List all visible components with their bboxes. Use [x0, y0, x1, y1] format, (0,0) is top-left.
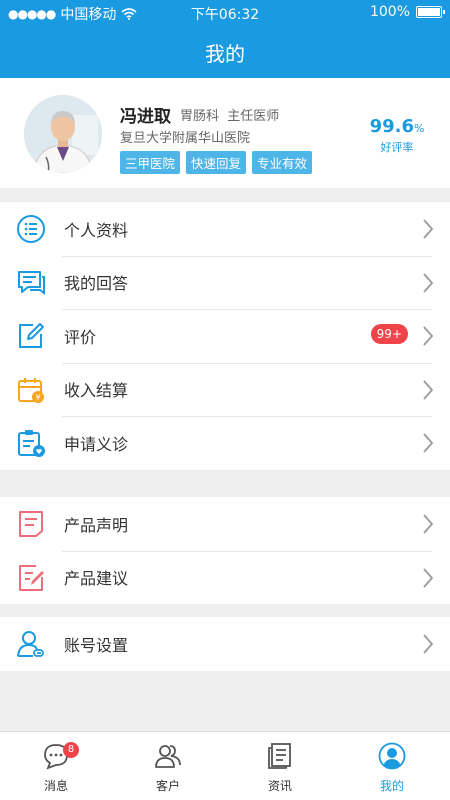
hospital-name: 复旦大学附属华山医院 [120, 131, 251, 146]
menu-item-account-settings[interactable]: 账号设置 [0, 617, 450, 671]
chevron-right-icon [423, 634, 434, 654]
reviews-count-badge: 99+ [370, 324, 408, 344]
menu-label: 产品建议 [64, 569, 129, 589]
chevron-right-icon [423, 433, 434, 453]
tab-label: 消息 [43, 779, 68, 793]
customers-icon [155, 745, 181, 768]
document-icon [19, 511, 43, 537]
messages-badge: 8 [63, 742, 79, 758]
profile-icon [378, 742, 406, 770]
tag-effective: 专业有效 [252, 151, 313, 174]
chevron-right-icon [423, 514, 434, 534]
chat-icon [18, 270, 45, 295]
edit-icon [19, 323, 44, 348]
menu-label: 账号设置 [64, 635, 129, 655]
rating-unit: % [413, 122, 425, 135]
position-label: 主任医师 [227, 109, 280, 124]
menu-item-product-suggestion[interactable]: 产品建议 [0, 550, 450, 605]
chevron-right-icon [423, 379, 434, 400]
menu-group-product: 产品声明 产品建议 [0, 497, 450, 604]
tab-me[interactable]: 我的 [336, 732, 448, 800]
tab-customers[interactable]: 客户 [112, 732, 224, 800]
page-title: 我的 [205, 42, 245, 66]
menu-label: 申请义诊 [64, 434, 129, 454]
rating-block: 99.6% 好评率 [366, 116, 428, 155]
rating-label: 好评率 [380, 141, 414, 154]
menu-item-income[interactable]: ¥ 收入结算 [0, 362, 450, 417]
avatar [24, 95, 102, 173]
chevron-right-icon [423, 567, 434, 588]
list-icon [17, 215, 45, 243]
tab-label: 客户 [155, 779, 180, 793]
tag-list: 三甲医院 快速回复 专业有效 [120, 151, 313, 174]
tab-label: 资讯 [267, 779, 292, 793]
header: ●●●●● 中国移动 下午06:32 100% 我的 [0, 0, 450, 78]
status-bar: ●●●●● 中国移动 下午06:32 100% [0, 0, 450, 26]
clipboard-heart-icon [18, 430, 45, 457]
battery-icon [416, 6, 445, 18]
news-icon [268, 743, 291, 769]
menu-item-free-clinic[interactable]: 申请义诊 [0, 416, 450, 470]
tab-bar: 8 消息 客户 资讯 我的 [0, 731, 450, 800]
calendar-yen-icon: ¥ [18, 377, 44, 403]
menu-label: 评价 [64, 327, 97, 347]
menu-label: 我的回答 [64, 274, 129, 294]
menu-item-product-statement[interactable]: 产品声明 [0, 497, 450, 551]
menu-item-profile-info[interactable]: 个人资料 [0, 202, 450, 256]
chevron-right-icon [423, 326, 434, 346]
rating-value: 99.6 [369, 116, 414, 137]
tag-fast-reply: 快速回复 [186, 151, 247, 174]
menu-group-account: 账号设置 [0, 617, 450, 671]
menu-group-main: 个人资料 我的回答 评价 99+ ¥ 收入结算 申请义诊 [0, 202, 450, 470]
doctor-department: 胃肠科 主任医师 [180, 105, 279, 124]
profile-card[interactable]: 冯进取 胃肠科 主任医师 复旦大学附属华山医院 三甲医院 快速回复 专业有效 9… [0, 78, 450, 188]
chevron-right-icon [423, 219, 434, 239]
menu-label: 产品声明 [64, 515, 129, 535]
tag-tier: 三甲医院 [120, 151, 181, 174]
menu-item-my-answers[interactable]: 我的回答 [0, 255, 450, 310]
department-label: 胃肠科 [180, 109, 220, 124]
chevron-right-icon [423, 272, 434, 293]
battery-label: 100% [369, 4, 410, 20]
user-link-icon [17, 631, 44, 657]
tab-news[interactable]: 资讯 [224, 732, 336, 800]
menu-label: 收入结算 [64, 381, 129, 401]
document-edit-icon [19, 564, 44, 591]
svg-text:¥: ¥ [35, 393, 40, 402]
tab-messages[interactable]: 8 消息 [0, 732, 112, 800]
tab-label: 我的 [379, 779, 404, 793]
menu-label: 个人资料 [64, 220, 129, 240]
doctor-name: 冯进取 [120, 107, 171, 127]
menu-item-reviews[interactable]: 评价 99+ [0, 309, 450, 363]
